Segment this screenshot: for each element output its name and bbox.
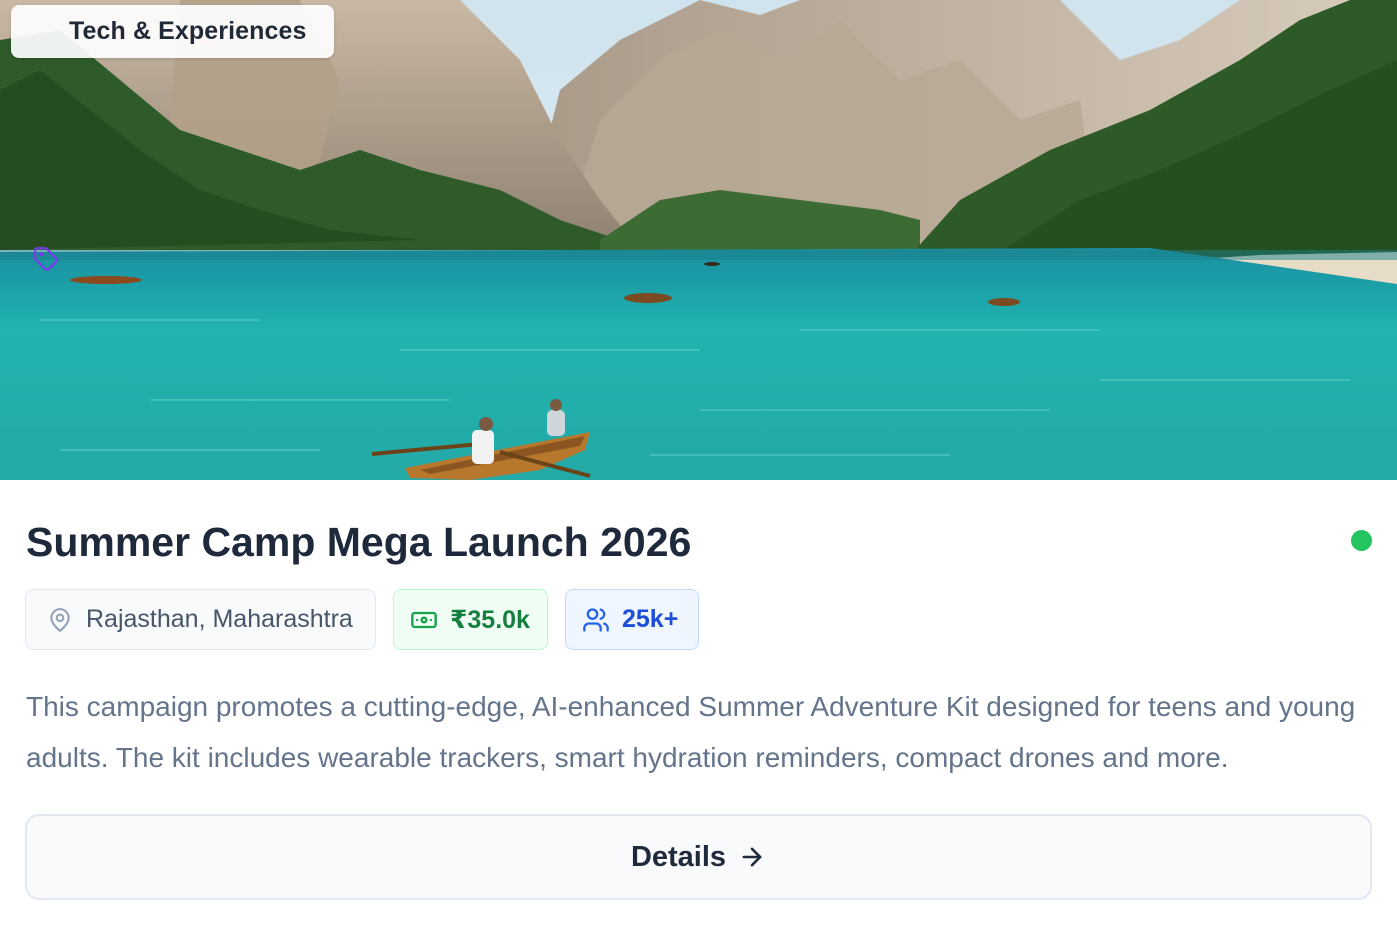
category-label: Tech & Experiences: [69, 17, 307, 45]
campaign-title: Summer Camp Mega Launch 2026: [26, 519, 692, 565]
campaign-meta: Rajasthan, Maharashtra ₹35.0k 25k+: [25, 589, 699, 650]
details-button-label: Details: [630, 840, 727, 873]
reach-text: 25k+: [622, 605, 679, 633]
campaign-hero-image: Tech & Experiences: [0, 0, 1397, 480]
reach-chip: 25k+: [565, 589, 699, 650]
details-button[interactable]: Details: [25, 814, 1372, 900]
status-indicator: [1351, 530, 1372, 551]
banknote-icon: [410, 606, 438, 634]
map-pin-icon: [46, 606, 74, 634]
location-chip: Rajasthan, Maharashtra: [25, 589, 376, 650]
arrow-right-icon: [738, 843, 766, 871]
tag-icon: [33, 19, 59, 271]
budget-text: ₹35.0k: [450, 605, 530, 634]
campaign-description: This campaign promotes a cutting-edge, A…: [26, 691, 1356, 773]
location-text: Rajasthan, Maharashtra: [86, 605, 353, 633]
campaign-card: Tech & Experiences Summer Camp Mega Laun…: [0, 0, 1397, 928]
budget-chip: ₹35.0k: [393, 589, 548, 650]
category-badge: Tech & Experiences: [11, 5, 334, 271]
users-icon: [582, 606, 610, 634]
